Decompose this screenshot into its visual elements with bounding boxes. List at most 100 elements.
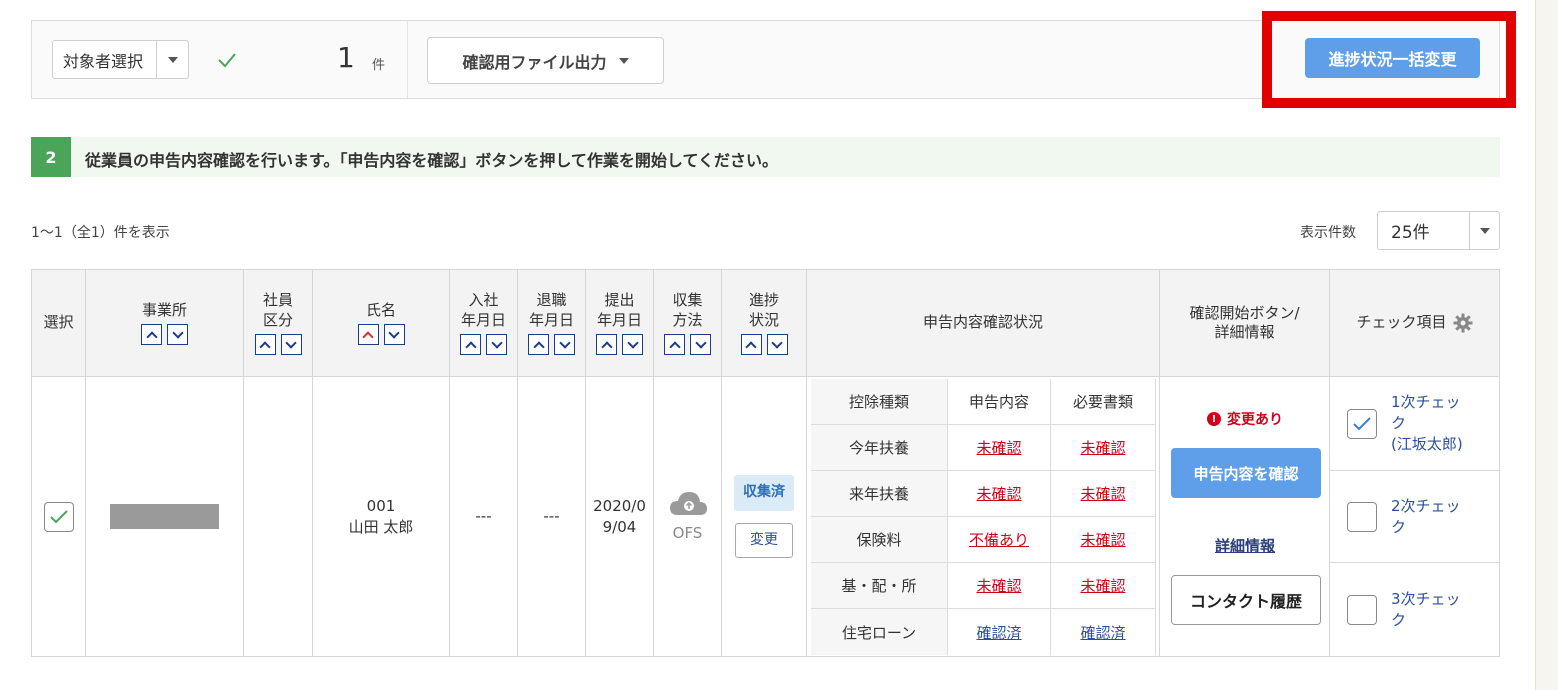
collect-method-cell: OFS [654, 377, 722, 656]
docs-status-link[interactable]: 確認済 [1080, 622, 1125, 643]
status-row: 保険料 不備あり 未確認 [811, 517, 1156, 563]
employee-number: 001 [366, 496, 396, 515]
contact-history-button[interactable]: コンタクト履歴 [1171, 575, 1321, 625]
detail-cell: ! 変更あり 申告内容を確認 詳細情報 コンタクト履歴 [1160, 377, 1330, 656]
docs-status-link[interactable]: 未確認 [1080, 437, 1125, 458]
redacted-office-name [110, 504, 219, 529]
check-item-1: 1次チェッ ク (江坂太郎) [1330, 377, 1500, 471]
hire-date-cell: --- [450, 377, 518, 656]
col-header-submit-date: 提出 年月日 [586, 270, 654, 377]
col-header-select: 選択 [32, 270, 86, 377]
check-items-cell: 1次チェッ ク (江坂太郎) 2次チェッ ク 3次チェッ ク [1330, 377, 1500, 656]
check-item-1-label[interactable]: 1次チェッ ク (江坂太郎) [1391, 392, 1491, 455]
content-status-link[interactable]: 未確認 [976, 483, 1021, 504]
check-item-1-checkbox[interactable] [1347, 408, 1377, 439]
sort-desc-icon[interactable] [766, 334, 788, 355]
sort-asc-icon[interactable] [141, 324, 162, 346]
col-header-retire-date: 退職 年月日 [518, 270, 586, 377]
sort-asc-icon[interactable] [740, 334, 762, 355]
alert-icon: ! [1207, 412, 1221, 426]
sort-desc-icon[interactable] [486, 334, 507, 355]
retire-date-cell: --- [518, 377, 586, 656]
status-row: 来年扶養 未確認 未確認 [811, 471, 1156, 517]
col-header-name: 氏名 [313, 270, 450, 377]
bulk-progress-change-button[interactable]: 進捗状況一括変更 [1305, 38, 1480, 78]
selected-count-unit: 件 [372, 58, 386, 73]
changed-indicator: ! 変更あり [1160, 409, 1330, 429]
check-item-2: 2次チェッ ク [1330, 471, 1500, 563]
check-item-2-checkbox[interactable] [1347, 501, 1377, 532]
target-select-label: 対象者選択 [63, 51, 144, 71]
check-icon [1353, 416, 1371, 430]
status-row: 住宅ローン 確認済 確認済 [811, 609, 1156, 655]
chevron-down-icon[interactable] [156, 41, 188, 78]
progress-status-badge: 収集済 [734, 474, 794, 511]
caret-down-icon [618, 57, 629, 64]
sort-desc-icon[interactable] [690, 334, 711, 355]
check-icon [49, 509, 68, 523]
sort-asc-icon[interactable] [254, 334, 276, 355]
cloud-upload-icon [669, 492, 707, 515]
content-status-link[interactable]: 不備あり [969, 529, 1029, 550]
status-header-row: 控除種類 申告内容 必要書類 [811, 379, 1156, 425]
toolbar-divider [407, 21, 408, 98]
sort-asc-icon[interactable] [528, 334, 549, 355]
right-scroll-strip [1535, 0, 1558, 690]
sort-asc-icon[interactable] [596, 334, 617, 355]
col-header-check-items: チェック項目 [1330, 270, 1499, 377]
employee-table: 選択 事業所 社員 区分 氏名 入社 年月日 退職 年月日 提出 年月日 収集 … [31, 269, 1500, 657]
export-file-label: 確認用ファイル出力 [462, 52, 607, 72]
content-status-link[interactable]: 未確認 [976, 437, 1021, 458]
docs-status-link[interactable]: 未確認 [1080, 575, 1125, 596]
step-instruction-text: 従業員の申告内容確認を行います。「申告内容を確認」ボタンを押して作業を開始してく… [85, 151, 778, 170]
col-header-detail: 確認開始ボタン/ 詳細情報 [1160, 270, 1330, 377]
col-header-progress: 進捗 状況 [722, 270, 807, 377]
check-item-3-label[interactable]: 3次チェッ ク [1391, 589, 1491, 631]
collect-method-text: OFS [672, 524, 703, 542]
docs-status-link[interactable]: 未確認 [1080, 529, 1125, 550]
office-cell [86, 377, 244, 656]
sort-desc-icon[interactable] [554, 334, 575, 355]
chevron-down-icon[interactable] [1469, 212, 1499, 249]
check-item-3-checkbox[interactable] [1347, 594, 1377, 625]
table-row-select-cell [32, 377, 86, 656]
docs-status-link[interactable]: 未確認 [1080, 483, 1125, 504]
status-row: 基・配・所 未確認 未確認 [811, 563, 1156, 609]
sort-asc-icon[interactable] [460, 334, 481, 355]
sort-asc-icon-active[interactable] [357, 324, 379, 346]
sort-desc-icon[interactable] [383, 324, 405, 346]
content-status-link[interactable]: 未確認 [976, 575, 1021, 596]
step-banner: 2 従業員の申告内容確認を行います。「申告内容を確認」ボタンを押して作業を開始し… [31, 137, 1500, 177]
declaration-status-table: 控除種類 申告内容 必要書類 今年扶養 未確認 未確認 来年扶養 未確認 未確認… [811, 377, 1160, 656]
col-header-collect-method: 収集 方法 [654, 270, 722, 377]
check-item-2-label[interactable]: 2次チェッ ク [1391, 496, 1491, 538]
check-item-3: 3次チェッ ク [1330, 563, 1500, 656]
per-page-select[interactable]: 25件 [1377, 211, 1500, 250]
col-header-hire-date: 入社 年月日 [450, 270, 518, 377]
selected-count: 1 [337, 41, 355, 74]
row-select-checkbox[interactable] [43, 501, 74, 532]
export-file-button[interactable]: 確認用ファイル出力 [427, 37, 664, 84]
gear-icon[interactable] [1453, 313, 1473, 333]
sort-desc-icon[interactable] [622, 334, 643, 355]
sort-desc-icon[interactable] [280, 334, 302, 355]
col-header-employee-type: 社員 区分 [244, 270, 313, 377]
per-page-label: 表示件数 [1300, 225, 1356, 241]
sort-desc-icon[interactable] [167, 324, 188, 346]
name-cell: 001 山田 太郎 [313, 377, 450, 656]
detail-info-link[interactable]: 詳細情報 [1160, 535, 1330, 556]
result-range-text: 1〜1（全1）件を表示 [31, 225, 170, 241]
target-select-dropdown[interactable]: 対象者選択 [52, 40, 189, 79]
check-icon [218, 53, 236, 68]
employee-name: 山田 太郎 [348, 517, 414, 536]
status-row: 今年扶養 未確認 未確認 [811, 425, 1156, 471]
per-page-value: 25件 [1391, 223, 1430, 243]
sort-asc-icon[interactable] [664, 334, 685, 355]
col-header-status: 申告内容確認状況 [807, 270, 1160, 377]
col-header-office: 事業所 [86, 270, 244, 377]
confirm-declaration-button[interactable]: 申告内容を確認 [1171, 448, 1321, 498]
progress-change-button[interactable]: 変更 [735, 522, 793, 559]
content-status-link[interactable]: 確認済 [976, 622, 1021, 643]
employee-type-cell [244, 377, 313, 656]
submit-date-cell: 2020/0 9/04 [586, 377, 654, 656]
